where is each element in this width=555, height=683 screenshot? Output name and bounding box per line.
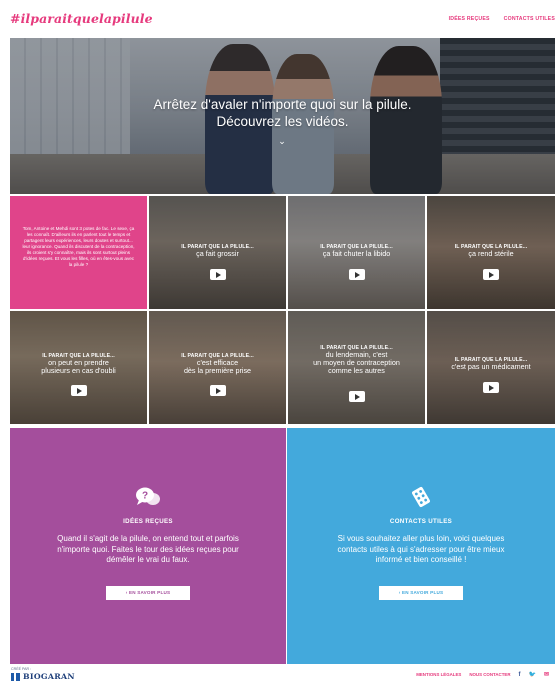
video-title-line: dès la première prise [183, 366, 252, 376]
facebook-icon[interactable]: f [518, 672, 520, 678]
idees-recues-panel: ? IDÉES REÇUES Quand il s'agit de la pil… [10, 428, 286, 664]
top-nav: IDÉES REÇUES CONTACTS UTILES [449, 16, 555, 22]
site-footer: CRÉÉ PAR : BIOGARAN MENTIONS LÉGALES NOU… [0, 664, 555, 683]
twitter-icon[interactable]: 🐦 [528, 671, 535, 678]
play-icon[interactable] [348, 269, 365, 280]
video-caption: IL PARAIT QUE LA PILULE... ça rend stéri… [427, 244, 555, 258]
hero-line-1: Arrêtez d'avaler n'importe quoi sur la p… [153, 97, 412, 112]
hero-banner[interactable]: Arrêtez d'avaler n'importe quoi sur la p… [10, 38, 555, 194]
contacts-utiles-panel: CONTACTS UTILES Si vous souhaitez aller … [287, 428, 555, 664]
nav-contacts-utiles[interactable]: CONTACTS UTILES [504, 16, 555, 22]
speech-question-icon: ? [136, 487, 160, 505]
footer-links: MENTIONS LÉGALES NOUS CONTACTER f 🐦 ✉ [416, 671, 549, 679]
video-title-line: ça fait grossir [196, 249, 239, 258]
biogaran-mark-icon [11, 672, 20, 681]
biogaran-logo[interactable]: BIOGARAN [11, 672, 75, 681]
video-tile-lendemain[interactable]: IL PARAIT QUE LA PILULE... du lendemain,… [288, 311, 425, 424]
video-tile-grossir[interactable]: IL PARAIT QUE LA PILULE... ça fait gross… [149, 196, 286, 309]
play-icon[interactable] [483, 269, 499, 280]
panel-text: Quand il s'agit de la pilule, on entend … [57, 534, 239, 564]
play-icon[interactable] [209, 385, 226, 396]
pill-pack-icon [412, 486, 430, 508]
play-icon[interactable] [209, 269, 226, 280]
intro-text-tile: Tom, Antoine et Mehdi sont 3 potes de fa… [10, 196, 147, 309]
video-title-line: plusieurs en cas d'oubli [41, 366, 116, 376]
video-tile-medicament[interactable]: IL PARAIT QUE LA PILULE... c'est pas un … [427, 311, 555, 424]
mail-icon[interactable]: ✉ [544, 671, 549, 678]
video-tile-oubli[interactable]: IL PARAIT QUE LA PILULE... on peut en pr… [10, 311, 147, 424]
chevron-down-icon[interactable]: ⌄ [277, 136, 287, 146]
hero-headline: Arrêtez d'avaler n'importe quoi sur la p… [10, 96, 555, 130]
video-title-line: c'est pas un médicament [451, 362, 531, 371]
mentions-legales-link[interactable]: MENTIONS LÉGALES [416, 672, 461, 677]
svg-text:?: ? [142, 491, 148, 502]
video-caption: IL PARAIT QUE LA PILULE... ça fait gross… [149, 244, 286, 258]
video-grid: Tom, Antoine et Mehdi sont 3 potes de fa… [10, 196, 555, 426]
video-tile-sterile[interactable]: IL PARAIT QUE LA PILULE... ça rend stéri… [427, 196, 555, 309]
en-savoir-plus-button[interactable]: › EN SAVOIR PLUS [106, 586, 190, 600]
created-by-label: CRÉÉ PAR : [11, 667, 32, 671]
nav-idees-recues[interactable]: IDÉES REÇUES [449, 16, 490, 22]
video-title-line: ça rend stérile [468, 249, 514, 258]
video-caption: IL PARAIT QUE LA PILULE... c'est pas un … [427, 357, 555, 371]
video-title-line: comme les autres [328, 366, 385, 376]
video-tile-efficace[interactable]: IL PARAIT QUE LA PILULE... c'est efficac… [149, 311, 286, 424]
biogaran-name: BIOGARAN [23, 672, 75, 681]
video-caption: IL PARAIT QUE LA PILULE... du lendemain,… [288, 345, 425, 376]
nous-contacter-link[interactable]: NOUS CONTACTER [469, 672, 510, 677]
site-header: #ilparaitquelapilule IDÉES REÇUES CONTAC… [0, 0, 555, 38]
video-caption: IL PARAIT QUE LA PILULE... c'est efficac… [149, 353, 286, 375]
panel-title: IDÉES REÇUES [123, 518, 173, 525]
panel-text: Si vous souhaitez aller plus loin, voici… [337, 534, 505, 564]
play-icon[interactable] [483, 382, 499, 393]
video-tile-libido[interactable]: IL PARAIT QUE LA PILULE... ça fait chute… [288, 196, 425, 309]
panel-title: CONTACTS UTILES [389, 518, 453, 525]
video-caption: IL PARAIT QUE LA PILULE... on peut en pr… [10, 353, 147, 375]
video-caption: IL PARAIT QUE LA PILULE... ça fait chute… [288, 244, 425, 258]
hero-line-2: Découvrez les vidéos. [216, 114, 349, 129]
play-icon[interactable] [348, 391, 365, 402]
video-title-line: ça fait chuter la libido [322, 249, 391, 258]
en-savoir-plus-button[interactable]: › EN SAVOIR PLUS [379, 586, 463, 600]
play-icon[interactable] [70, 385, 87, 396]
site-logo[interactable]: #ilparaitquelapilule [10, 11, 153, 26]
